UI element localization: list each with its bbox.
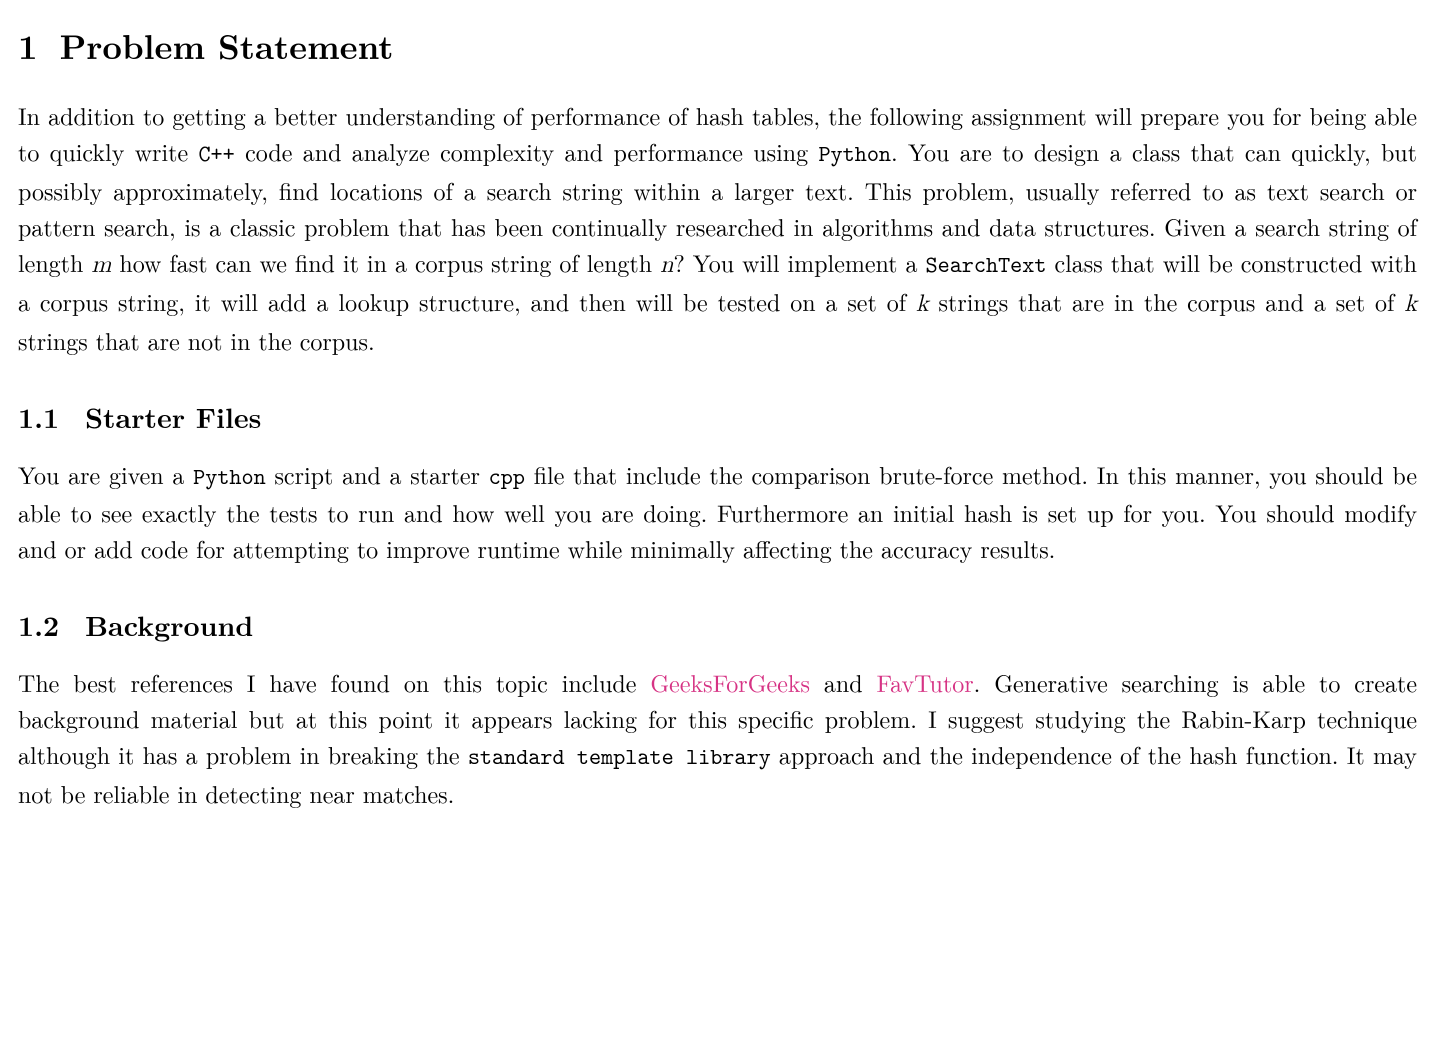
section-title-text: Problem Statement: [60, 21, 394, 70]
code-python: Python: [193, 462, 266, 492]
subsection-number: 1.1: [18, 396, 59, 438]
section-heading: 1 Problem Statement: [18, 20, 1417, 71]
intro-text: strings that are in the corpus and a set…: [929, 284, 1405, 318]
math-var-k: k: [1404, 292, 1417, 316]
code-stl: standard template library: [468, 742, 771, 772]
code-searchtext: SearchText: [926, 250, 1047, 280]
subsection-title-text: Background: [85, 605, 253, 645]
section-number: 1: [18, 20, 38, 71]
starter-text: You are given a: [18, 457, 193, 491]
intro-paragraph: In addition to getting a better understa…: [18, 97, 1417, 358]
intro-text: strings that are not in the corpus.: [18, 323, 375, 357]
subsection-title-text: Starter Files: [85, 397, 261, 437]
subsection-heading-background: 1.2 Background: [18, 604, 1417, 646]
intro-text: ? You will implement a: [673, 245, 925, 279]
intro-text: code and analyze complexity and performa…: [235, 134, 819, 168]
code-cpp: cpp: [489, 462, 525, 492]
math-var-m: m: [91, 253, 111, 277]
link-favtutor[interactable]: FavTutor: [877, 665, 974, 699]
code-cpp: C++: [198, 139, 234, 169]
background-text: The best references I have found on this…: [18, 665, 650, 699]
intro-text: how fast can we find it in a corpus stri…: [111, 245, 660, 279]
subsection-number: 1.2: [18, 604, 59, 646]
background-text: and: [810, 665, 877, 699]
starter-files-paragraph: You are given a Python script and a star…: [18, 456, 1417, 567]
background-paragraph: The best references I have found on this…: [18, 664, 1417, 811]
link-geeksforgeeks[interactable]: GeeksForGeeks: [650, 665, 810, 699]
math-var-n: n: [660, 253, 673, 277]
subsection-heading-starter-files: 1.1 Starter Files: [18, 396, 1417, 438]
code-python: Python: [818, 139, 891, 169]
starter-text: script and a starter: [266, 457, 489, 491]
math-var-k: k: [916, 292, 929, 316]
